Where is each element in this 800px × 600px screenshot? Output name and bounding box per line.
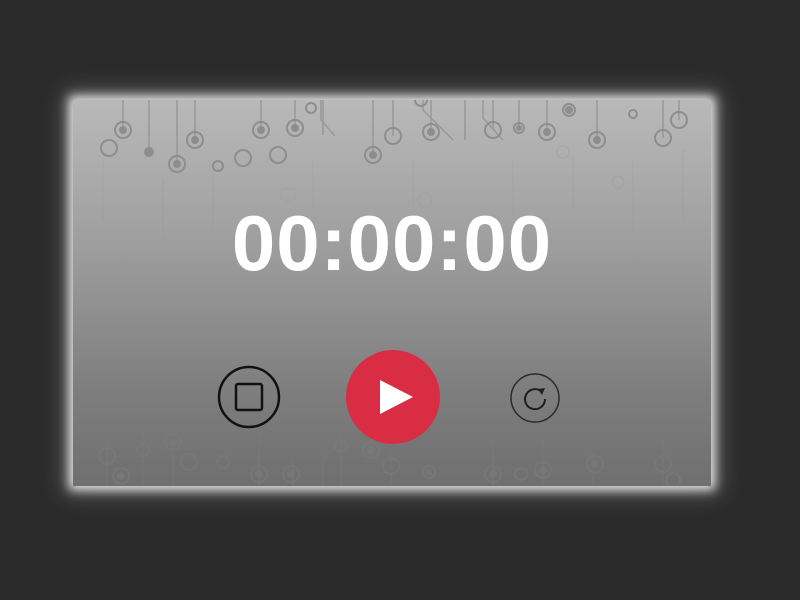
reset-button[interactable] <box>509 372 561 424</box>
play-button[interactable] <box>345 349 441 445</box>
stop-icon <box>217 365 281 429</box>
timer-display: 00:00:00 <box>231 199 553 287</box>
stop-button[interactable] <box>217 365 281 429</box>
play-icon <box>346 350 440 444</box>
reset-icon <box>510 373 560 423</box>
timer-panel: 00:00:00 <box>73 100 711 486</box>
